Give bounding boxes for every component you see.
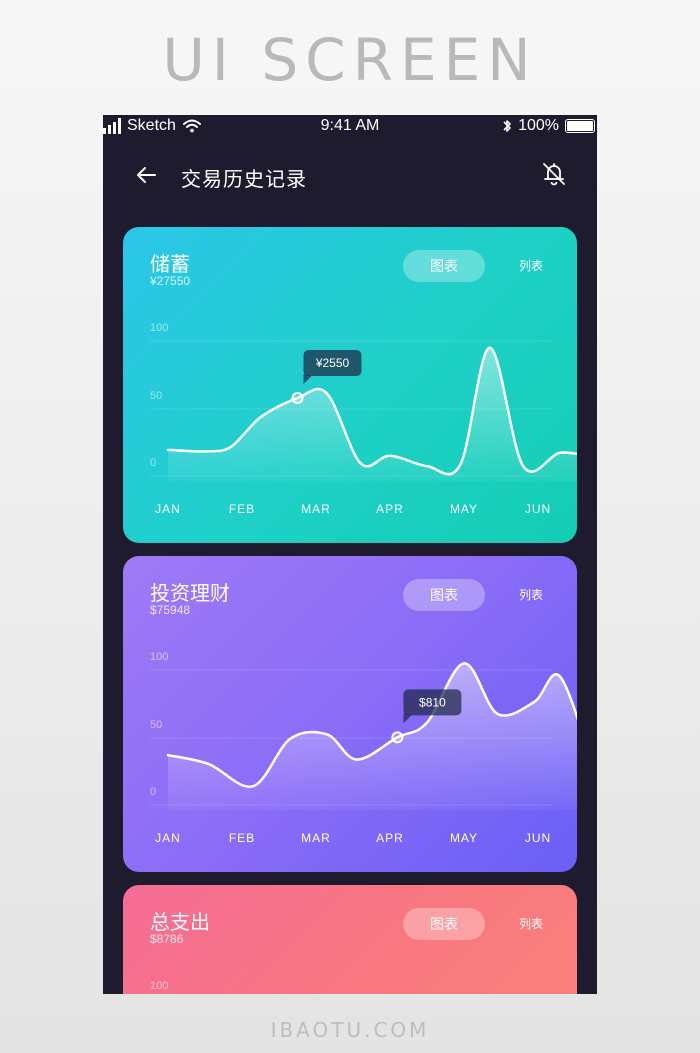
tab-chart[interactable]: 图表 [403,250,485,282]
card-amount: $75948 [150,603,191,617]
phone-screen: Sketch 9:41 AM 100% 交易历史记录 100 50 0 JAN … [103,115,597,994]
x-tick-label: FEB [229,831,255,845]
x-tick-label: APR [376,502,404,516]
x-tick-label: JUN [525,831,551,845]
status-bar: Sketch 9:41 AM 100% [103,115,597,137]
highlight-point [391,731,404,744]
bluetooth-icon [503,120,511,132]
y-tick-label: 50 [150,390,162,402]
tooltip-label: $810 [419,695,446,709]
savings-card[interactable]: 100 50 0 JAN FEB MAR APR MAY JUN ¥2550 储蓄 ¥27550 … [123,227,577,543]
y-tick-label: 0 [150,457,156,469]
y-tick-label: 50 [150,719,162,731]
page-title: 交易历史记录 [181,169,307,191]
x-tick-label: MAR [301,831,331,845]
tab-chart[interactable]: 图表 [403,908,485,940]
card-title: 投资理财 [150,583,230,605]
investment-card[interactable]: 100 50 0 JAN FEB MAR APR MAY JUN $810 投资理财 $75948… [123,556,577,872]
battery-percent: 100% [518,117,559,134]
x-tick-label: APR [376,831,404,845]
battery-icon [565,119,595,133]
x-tick-label: JAN [155,831,181,845]
x-tick-label: MAR [301,502,331,516]
y-tick-label: 100 [150,980,168,992]
area-fill [168,347,577,481]
card-amount: ¥27550 [150,274,191,288]
highlight-point [291,392,304,405]
card-title: 总支出 [150,912,210,934]
x-tick-label: JAN [155,502,181,516]
nav-bar: 交易历史记录 [103,153,597,197]
banner-title: UI SCREEN [162,26,538,94]
x-tick-label: FEB [229,502,255,516]
x-tick-label: JUN [525,502,551,516]
area-fill [168,663,577,810]
expense-card[interactable]: 100 总支出 $8786 图表 列表 [123,885,577,994]
card-title: 储蓄 [150,254,190,276]
x-tick-label: MAY [450,502,478,516]
x-tick-label: MAY [450,831,478,845]
tab-chart[interactable]: 图表 [403,579,485,611]
y-tick-label: 0 [150,786,156,798]
tab-list[interactable]: 列表 [503,908,559,940]
tooltip-label: ¥2550 [315,356,350,370]
bell-off-icon[interactable] [539,159,569,189]
footer-watermark: IBAOTU.COM [270,1018,430,1042]
tab-list[interactable]: 列表 [503,579,559,611]
card-amount: $8786 [150,932,184,946]
y-tick-label: 100 [150,651,168,663]
tab-list[interactable]: 列表 [503,250,559,282]
back-arrow-icon[interactable] [133,161,161,189]
y-tick-label: 100 [150,322,168,334]
